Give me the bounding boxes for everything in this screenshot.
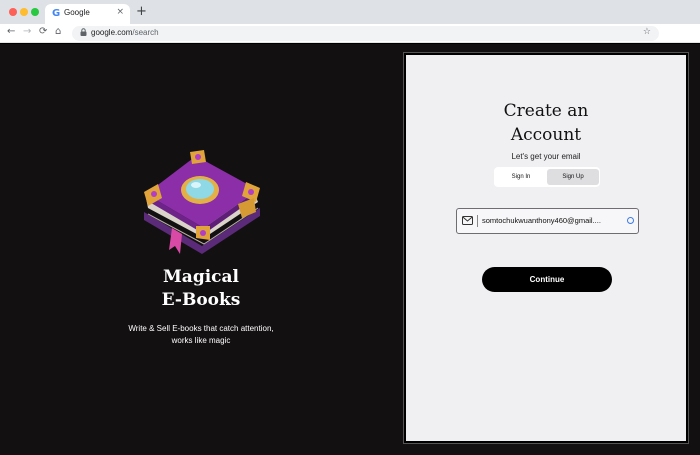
home-button[interactable]: ⌂ bbox=[55, 26, 61, 37]
close-window-button[interactable] bbox=[9, 8, 17, 16]
google-icon: G bbox=[52, 8, 61, 19]
card-title: Create an Account bbox=[406, 99, 686, 147]
card-subtitle: Let's get your email bbox=[511, 152, 581, 161]
star-icon[interactable]: ☆ bbox=[643, 27, 651, 37]
maximize-window-button[interactable] bbox=[31, 8, 39, 16]
email-value: somtochukwuanthony460@gmail.... bbox=[482, 216, 601, 225]
card-title-line2: Account bbox=[510, 125, 582, 145]
hero-title-line2: E-Books bbox=[161, 290, 241, 310]
hero-subtitle-line1: Write & Sell E-books that catch attentio… bbox=[128, 324, 274, 333]
sign-up-tab[interactable]: Sign Up bbox=[547, 169, 599, 185]
signup-card: Create an Account Let's get your email S… bbox=[403, 52, 689, 444]
url-text: google.com/search bbox=[91, 28, 159, 37]
minimize-window-button[interactable] bbox=[20, 8, 28, 16]
forward-button[interactable]: → bbox=[23, 26, 31, 37]
url-path: /search bbox=[132, 28, 159, 37]
back-button[interactable]: ← bbox=[7, 26, 15, 37]
address-bar[interactable]: google.com/search ☆ bbox=[72, 26, 659, 41]
field-divider bbox=[477, 215, 478, 227]
hero-section: Magical E-Books Write & Sell E-books tha… bbox=[0, 44, 402, 455]
hero-title: Magical E-Books bbox=[0, 266, 402, 312]
browser-toolbar: ← → ⟳ ⌂ google.com/search ☆ ⋮ bbox=[0, 24, 700, 64]
browser-tab[interactable]: G Google × bbox=[45, 4, 130, 24]
book-illustration bbox=[144, 150, 260, 254]
lock-icon bbox=[80, 28, 87, 38]
hero-title-line1: Magical bbox=[162, 267, 239, 287]
autofill-icon[interactable] bbox=[627, 217, 634, 224]
continue-button[interactable]: Continue bbox=[482, 267, 612, 292]
new-tab-button[interactable]: + bbox=[136, 4, 147, 19]
mail-icon bbox=[462, 216, 473, 225]
auth-mode-toggle: Sign In Sign Up bbox=[494, 167, 600, 187]
reload-button[interactable]: ⟳ bbox=[39, 26, 47, 37]
hero-subtitle-line2: works like magic bbox=[171, 336, 231, 345]
tab-close-icon[interactable]: × bbox=[116, 7, 124, 17]
page: Magical E-Books Write & Sell E-books tha… bbox=[0, 44, 700, 455]
card-title-line1: Create an bbox=[503, 101, 589, 121]
hero-subtitle: Write & Sell E-books that catch attentio… bbox=[0, 323, 402, 347]
browser-tab-bar: G Google × + bbox=[0, 0, 700, 24]
url-host: google.com bbox=[91, 28, 133, 37]
tab-title: Google bbox=[64, 8, 90, 17]
email-field[interactable]: somtochukwuanthony460@gmail.... bbox=[456, 208, 639, 234]
sign-in-tab[interactable]: Sign In bbox=[495, 169, 547, 185]
